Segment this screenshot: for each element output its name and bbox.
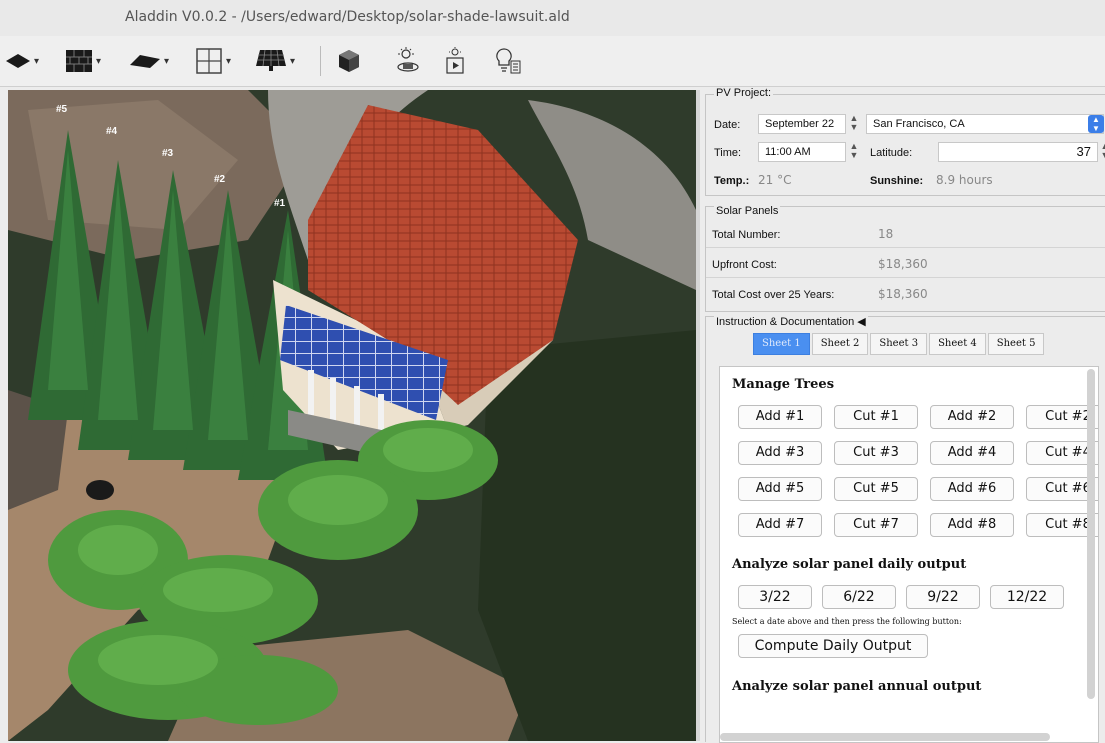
solar-panels-title: Solar Panels xyxy=(714,205,781,217)
wall-tool[interactable]: ▾ xyxy=(66,46,101,76)
annual-output-heading: Analyze solar panel annual output xyxy=(732,679,982,694)
tab-sheet-2[interactable]: Sheet 2 xyxy=(811,333,869,355)
manage-trees-heading: Manage Trees xyxy=(732,377,835,392)
total-cost-label: Total Cost over 25 Years: xyxy=(712,289,835,301)
wall-dropdown-arrow[interactable]: ▾ xyxy=(96,56,101,67)
add-tree-1-button[interactable]: Add #1 xyxy=(738,405,822,429)
add-tree-5-button[interactable]: Add #5 xyxy=(738,477,822,501)
temp-label: Temp.: xyxy=(714,175,750,187)
annual-analysis-tool[interactable] xyxy=(444,46,466,76)
annual-analysis-icon xyxy=(446,47,464,74)
light-bulb-tool[interactable] xyxy=(494,46,522,76)
sheet-tabs: Sheet 1 Sheet 2 Sheet 3 Sheet 4 Sheet 5 xyxy=(753,333,1046,355)
cut-tree-3-button[interactable]: Cut #3 xyxy=(834,441,918,465)
time-label: Time: xyxy=(714,147,742,159)
tab-sheet-4[interactable]: Sheet 4 xyxy=(929,333,986,355)
dark-hole xyxy=(86,480,114,500)
roof-tool[interactable]: ▾ xyxy=(130,46,169,76)
add-tree-7-button[interactable]: Add #7 xyxy=(738,513,822,537)
collapse-toggle-icon[interactable]: ◀ xyxy=(857,316,865,328)
row-divider xyxy=(706,247,1105,248)
add-tree-2-button[interactable]: Add #2 xyxy=(930,405,1014,429)
latitude-field[interactable]: 37 xyxy=(938,142,1098,162)
window-tool[interactable]: ▾ xyxy=(196,46,231,76)
tree-label-5: #5 xyxy=(56,104,68,115)
scene-canvas xyxy=(8,90,696,741)
latitude-label: Latitude: xyxy=(870,147,913,159)
date-12-22-button[interactable]: 12/22 xyxy=(990,585,1064,609)
horizontal-scrollbar[interactable] xyxy=(720,733,1050,741)
compute-daily-output-button[interactable]: Compute Daily Output xyxy=(738,634,928,658)
side-panel: PV Project: Date: September 22 ▲ ▼ San Fr… xyxy=(701,87,1105,743)
temp-value: 21 °C xyxy=(758,173,792,187)
cut-tree-1-button[interactable]: Cut #1 xyxy=(834,405,918,429)
sheet-1-content: Manage Trees Add #1 Cut #1 Add #2 Cut #2… xyxy=(719,366,1099,743)
dark-trees-right xyxy=(478,330,696,741)
solar-panels-group: Solar Panels Total Number: 18 Upfront Co… xyxy=(705,205,1105,312)
solar-panel-icon xyxy=(256,50,286,71)
add-tree-8-button[interactable]: Add #8 xyxy=(930,513,1014,537)
foundation-icon xyxy=(6,54,30,68)
foundation-tool[interactable]: ▾ xyxy=(6,46,39,76)
location-select[interactable]: San Francisco, CA xyxy=(866,114,1104,134)
heliodon-tool[interactable] xyxy=(396,46,420,76)
tree-label-1: #1 xyxy=(274,198,286,209)
upfront-cost-label: Upfront Cost: xyxy=(712,259,777,271)
box-tool[interactable] xyxy=(338,46,360,76)
total-number-label: Total Number: xyxy=(712,229,781,241)
time-field[interactable]: 11:00 AM xyxy=(758,142,846,162)
toolbar-separator xyxy=(320,46,321,76)
instruction-title: Instruction & Documentation ◀ xyxy=(714,315,868,328)
tree-label-2: #2 xyxy=(214,174,226,185)
daily-output-heading: Analyze solar panel daily output xyxy=(732,557,967,572)
split-pane-divider[interactable] xyxy=(696,90,700,741)
add-tree-6-button[interactable]: Add #6 xyxy=(930,477,1014,501)
tree-label-3: #3 xyxy=(162,148,174,159)
date-3-22-button[interactable]: 3/22 xyxy=(738,585,812,609)
total-number-value: 18 xyxy=(878,227,894,241)
roof-icon xyxy=(130,55,160,68)
roof-dropdown-arrow[interactable]: ▾ xyxy=(164,56,169,67)
solar-panel-tool[interactable]: ▾ xyxy=(256,46,295,76)
latitude-stepper[interactable]: ▲ ▼ xyxy=(1100,142,1105,162)
tab-sheet-3[interactable]: Sheet 3 xyxy=(870,333,928,355)
title-bar: Aladdin V0.0.2 - /Users/edward/Desktop/s… xyxy=(0,0,1105,36)
instruction-title-text: Instruction & Documentation xyxy=(716,316,855,328)
date-field[interactable]: September 22 xyxy=(758,114,846,134)
add-tree-3-button[interactable]: Add #3 xyxy=(738,441,822,465)
vertical-scrollbar[interactable] xyxy=(1087,369,1095,699)
pv-project-group: PV Project: Date: September 22 ▲ ▼ San Fr… xyxy=(705,87,1105,196)
box-icon xyxy=(339,50,359,72)
sunshine-label: Sunshine: xyxy=(870,175,924,187)
total-cost-value: $18,360 xyxy=(878,287,928,301)
sunshine-value: 8.9 hours xyxy=(936,173,993,187)
tree-label-4: #4 xyxy=(106,126,118,137)
3d-scene-view[interactable]: #5 #4 #3 #2 #1 xyxy=(8,90,696,741)
tab-sheet-5[interactable]: Sheet 5 xyxy=(987,333,1045,355)
row-divider xyxy=(706,277,1105,278)
window-dropdown-arrow[interactable]: ▾ xyxy=(226,56,231,67)
toolbar: ▾ ▾ ▾ ▾ ▾ xyxy=(0,36,1105,87)
date-stepper[interactable]: ▲ ▼ xyxy=(849,114,859,134)
time-stepper[interactable]: ▲ ▼ xyxy=(849,142,859,162)
window-title: Aladdin V0.0.2 - /Users/edward/Desktop/s… xyxy=(125,9,570,25)
date-6-22-button[interactable]: 6/22 xyxy=(822,585,896,609)
cut-tree-7-button[interactable]: Cut #7 xyxy=(834,513,918,537)
date-9-22-button[interactable]: 9/22 xyxy=(906,585,980,609)
location-dropdown-icon[interactable]: ▲ ▼ xyxy=(1088,115,1104,133)
solar-panel-dropdown-arrow[interactable]: ▾ xyxy=(290,56,295,67)
daily-output-note: Select a date above and then press the f… xyxy=(732,617,962,626)
cut-tree-5-button[interactable]: Cut #5 xyxy=(834,477,918,501)
window-icon xyxy=(196,48,222,74)
tab-sheet-1[interactable]: Sheet 1 xyxy=(753,333,810,355)
wall-icon xyxy=(66,50,92,72)
upfront-cost-value: $18,360 xyxy=(878,257,928,271)
light-bulb-icon xyxy=(496,48,521,74)
foundation-dropdown-arrow[interactable]: ▾ xyxy=(34,56,39,67)
date-label: Date: xyxy=(714,119,741,131)
add-tree-4-button[interactable]: Add #4 xyxy=(930,441,1014,465)
pv-project-title: PV Project: xyxy=(714,87,774,99)
sun-heliodon-icon xyxy=(397,47,419,72)
